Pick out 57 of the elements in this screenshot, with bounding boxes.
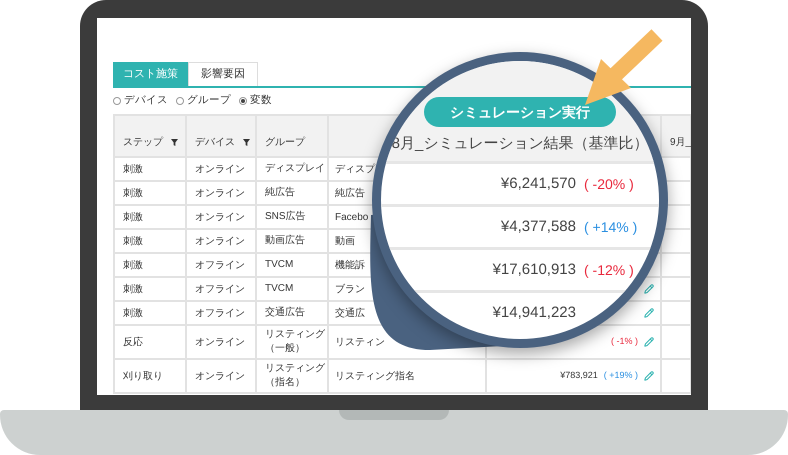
table-cell: リスティング（指名） [256, 359, 328, 393]
tab[interactable]: コスト施策 [113, 62, 188, 86]
table-cell: オフライン [186, 277, 256, 301]
change-text: ( -20% ) [584, 174, 634, 194]
amount-text: ¥4,377,588 [500, 216, 576, 237]
table-cell: オフライン [186, 301, 256, 325]
column-header: ステップ [114, 115, 186, 157]
table-cell: 動画広告 [256, 229, 328, 253]
table-cell: オンライン [186, 205, 256, 229]
table-cell: リスティング指名 [328, 359, 486, 393]
amount-text: ¥17,610,913 [492, 260, 576, 280]
amount-text: ¥783,921 [560, 369, 598, 382]
table-cell: 反応 [114, 325, 186, 359]
radio-label: グループ [187, 93, 231, 108]
table-cell: オンライン [186, 325, 256, 359]
radio-label: 変数 [250, 93, 272, 108]
table-cell: オンライン [186, 181, 256, 205]
simulation-button[interactable]: シミュレーション実行 [424, 97, 616, 127]
table-cell: ディスプレイ [256, 157, 328, 181]
table-cell: リスティング（一般） [256, 325, 328, 359]
table-cell: オンライン [186, 157, 256, 181]
table-cell: 刺激 [114, 181, 186, 205]
change-text: ( -1% ) [611, 335, 638, 348]
pencil-icon[interactable] [644, 308, 654, 318]
change-text: ( -12% ) [584, 260, 634, 280]
table-cell: オンライン [186, 359, 256, 393]
filter-icon[interactable] [243, 138, 250, 146]
radio-button[interactable] [239, 97, 247, 105]
radio-button[interactable] [176, 97, 184, 105]
tab[interactable]: 影響要因 [188, 62, 258, 86]
table-cell: 純広告 [256, 181, 328, 205]
column-header: デバイス [186, 115, 256, 157]
radio-button[interactable] [113, 97, 121, 105]
table-cell: 刺激 [114, 229, 186, 253]
change-text: ( +19% ) [604, 369, 638, 382]
table-cell: オフライン [186, 253, 256, 277]
table-cell: 交通広告 [256, 301, 328, 325]
pencil-icon[interactable] [644, 284, 654, 294]
pencil-icon[interactable] [644, 371, 654, 381]
amount-text: ¥14,941,223 [492, 302, 576, 323]
table-cell: 刺激 [114, 277, 186, 301]
amount-text: ¥6,241,570 [500, 174, 576, 194]
radio-label: デバイス [124, 93, 168, 108]
change-text: ( +14% ) [584, 218, 638, 237]
table-cell: TVCM [256, 253, 328, 277]
column-header: 9月_ [661, 115, 691, 157]
table-cell: 刺激 [114, 157, 186, 181]
column-header: グループ [256, 115, 328, 157]
pencil-icon[interactable] [644, 337, 654, 347]
filter-icon[interactable] [171, 138, 178, 146]
table-cell: TVCM [256, 277, 328, 301]
table-cell: 刺激 [114, 205, 186, 229]
table-cell: 刈り取り [114, 359, 186, 393]
table-cell: 刺激 [114, 301, 186, 325]
table-cell: SNS広告 [256, 205, 328, 229]
table-cell: オンライン [186, 229, 256, 253]
table-cell: 刺激 [114, 253, 186, 277]
